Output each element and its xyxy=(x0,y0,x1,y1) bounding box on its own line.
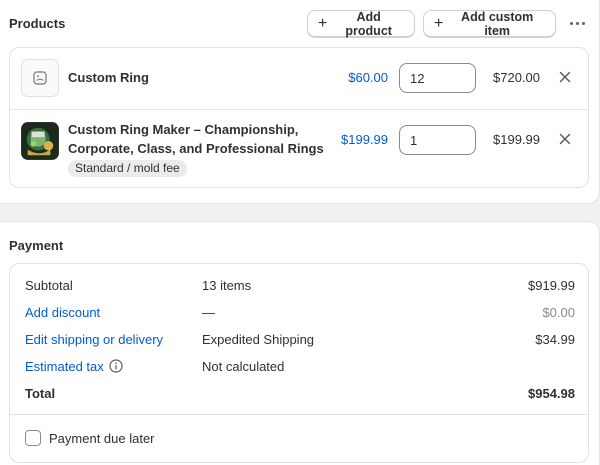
add-product-label: Add product xyxy=(345,9,392,38)
add-custom-item-label: Add custom item xyxy=(461,9,534,38)
subtotal-row: Subtotal 13 items $919.99 xyxy=(10,272,588,299)
product-price[interactable]: $199.99 xyxy=(318,132,388,147)
payment-card: Payment Subtotal 13 items $919.99 Add di… xyxy=(0,221,600,465)
plus-icon: + xyxy=(434,14,444,32)
subtotal-items: 13 items xyxy=(202,278,252,293)
shipping-method: Expedited Shipping xyxy=(202,332,315,347)
payment-due-later-label: Payment due later xyxy=(49,430,155,446)
total-label: Total xyxy=(25,386,56,401)
payment-summary: Subtotal 13 items $919.99 Add discount —… xyxy=(9,263,589,463)
product-price[interactable]: $60.00 xyxy=(318,70,388,85)
product-row: Custom Ring Maker – Championship, Corpor… xyxy=(10,110,588,188)
info-icon[interactable] xyxy=(109,359,123,373)
product-name[interactable]: Custom Ring xyxy=(68,68,149,87)
add-product-button[interactable]: + Add product xyxy=(307,9,415,38)
payment-due-later[interactable]: Payment due later xyxy=(25,430,155,446)
discount-row: Add discount — $0.00 xyxy=(10,299,588,326)
estimated-tax-link[interactable]: Estimated tax xyxy=(25,359,104,374)
quantity-input[interactable] xyxy=(399,125,476,155)
estimated-tax: Estimated tax xyxy=(25,359,123,374)
shipping-amount: $34.99 xyxy=(535,332,575,347)
add-discount-link[interactable]: Add discount xyxy=(25,305,100,320)
line-total: $720.00 xyxy=(493,70,540,85)
add-custom-item-button[interactable]: + Add custom item xyxy=(423,9,556,38)
total-row: Total $954.98 xyxy=(10,380,588,407)
discount-detail: — xyxy=(202,305,215,320)
tax-row: Estimated tax Not calculated xyxy=(10,353,588,380)
discount-amount: $0.00 xyxy=(542,305,575,320)
shipping-row: Edit shipping or delivery Expedited Ship… xyxy=(10,326,588,353)
subtotal-label: Subtotal xyxy=(25,278,73,293)
plus-icon: + xyxy=(318,14,328,32)
edit-shipping-link[interactable]: Edit shipping or delivery xyxy=(25,332,163,347)
image-placeholder-icon xyxy=(21,59,59,97)
products-title: Products xyxy=(9,16,66,31)
more-actions-icon[interactable] xyxy=(566,12,588,34)
tax-detail: Not calculated xyxy=(202,359,285,374)
total-amount: $954.98 xyxy=(528,386,575,401)
products-card: Products + Add product + Add custom item… xyxy=(0,0,600,204)
variant-badge: Standard / mold fee xyxy=(68,160,187,177)
quantity-input[interactable] xyxy=(399,63,476,93)
product-name[interactable]: Custom Ring Maker – Championship, Corpor… xyxy=(68,120,328,158)
divider xyxy=(10,414,588,415)
product-row: Custom Ring $60.00 $720.00 xyxy=(10,48,588,110)
remove-item-icon[interactable] xyxy=(555,129,575,149)
line-total: $199.99 xyxy=(493,132,540,147)
subtotal-amount: $919.99 xyxy=(528,278,575,293)
product-list: Custom Ring $60.00 $720.00 C xyxy=(9,47,589,188)
payment-title: Payment xyxy=(9,238,64,253)
product-photo xyxy=(21,122,59,160)
payment-due-later-checkbox[interactable] xyxy=(25,430,41,446)
remove-item-icon[interactable] xyxy=(555,67,575,87)
